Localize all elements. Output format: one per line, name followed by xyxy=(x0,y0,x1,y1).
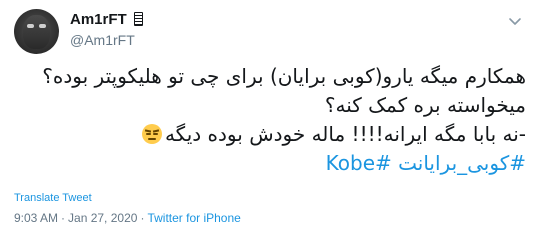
tweet-metadata: 9:03 AM · Jan 27, 2020 · Twitter for iPhone xyxy=(14,211,241,225)
tweet-line-3: -نه بابا مگه ایرانه!!!! ماله خودش بوده د… xyxy=(164,122,526,146)
translate-tweet-link[interactable]: Translate Tweet xyxy=(14,192,92,204)
author-handle[interactable]: @Am1rFT xyxy=(70,32,135,48)
unamused-face-emoji xyxy=(141,124,162,144)
avatar[interactable] xyxy=(14,9,59,54)
tweet-line-2: میخواسته بره کمک کنه؟ xyxy=(324,93,526,117)
tweet-source-link[interactable]: Twitter for iPhone xyxy=(147,211,240,225)
chevron-down-icon[interactable] xyxy=(508,14,522,28)
meta-separator-2: · xyxy=(140,211,145,225)
tweet-line-3-wrap: -نه بابا مگه ایرانه!!!! ماله خودش بوده د… xyxy=(14,120,526,149)
mask-eye-right xyxy=(39,24,46,28)
tweet-date[interactable]: Jan 27, 2020 xyxy=(68,211,137,225)
meta-separator: · xyxy=(61,211,66,225)
tweet-text: همکارم میگه یارو(کوبی برایان) برای چی تو… xyxy=(14,62,526,178)
tweet-line-1: همکارم میگه یارو(کوبی برایان) برای چی تو… xyxy=(42,64,526,88)
hashtag-links[interactable]: #کوبی_برایانت #Kobe xyxy=(14,149,526,178)
author-display-name[interactable]: Am1rFT xyxy=(70,11,127,28)
mask-eye-left xyxy=(27,24,34,28)
tweet-card: Am1rFT @Am1rFT همکارم میگه یارو(کوبی برا… xyxy=(0,0,540,241)
tweet-time[interactable]: 9:03 AM xyxy=(14,211,58,225)
box-glyph-icon xyxy=(134,12,143,26)
mask-face xyxy=(23,15,50,49)
